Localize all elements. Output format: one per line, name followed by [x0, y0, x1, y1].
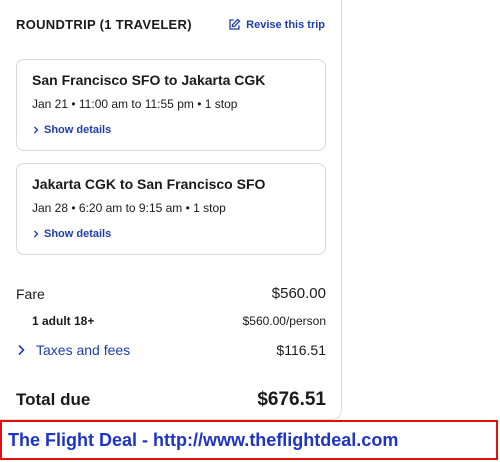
show-details-link[interactable]: Show details	[32, 228, 111, 240]
flight-details: Jan 28 • 6:20 am to 9:15 am • 1 stop	[32, 201, 226, 215]
flight-route: Jakarta CGK to San Francisco SFO	[32, 176, 266, 192]
adult-amount: $560.00/person	[242, 314, 326, 328]
taxes-amount: $116.51	[276, 342, 326, 358]
chevron-right-icon	[34, 126, 39, 134]
fare-amount: $560.00	[271, 285, 326, 302]
watermark-banner: The Flight Deal - http://www.theflightde…	[0, 420, 498, 460]
banner-text: The Flight Deal - http://www.theflightde…	[8, 429, 399, 450]
flight-card-return: Jakarta CGK to San Francisco SFO Jan 28 …	[16, 163, 326, 255]
taxes-toggle[interactable]: Taxes and fees	[16, 342, 130, 358]
edit-icon	[229, 18, 241, 30]
total-row: Total due $676.51	[16, 389, 326, 411]
flight-card-outbound: San Francisco SFO to Jakarta CGK Jan 21 …	[16, 59, 326, 151]
chevron-right-icon	[34, 230, 39, 238]
adult-label: 1 adult 18+	[32, 314, 95, 328]
flight-route: San Francisco SFO to Jakarta CGK	[32, 72, 266, 88]
chevron-right-icon	[18, 344, 25, 356]
total-label: Total due	[16, 390, 91, 409]
trip-header: ROUNDTRIP (1 TRAVELER) Revise this trip	[16, 16, 325, 36]
taxes-label: Taxes and fees	[36, 342, 131, 358]
revise-trip-link[interactable]: Revise this trip	[228, 18, 325, 31]
total-amount: $676.51	[257, 389, 326, 410]
trip-summary-panel: ROUNDTRIP (1 TRAVELER) Revise this trip …	[0, 0, 342, 420]
revise-trip-label: Revise this trip	[246, 18, 325, 31]
adult-fare-row: 1 adult 18+ $560.00/person	[16, 314, 326, 328]
fare-label: Fare	[16, 285, 45, 302]
show-details-label: Show details	[44, 228, 112, 240]
flight-details: Jan 21 • 11:00 am to 11:55 pm • 1 stop	[32, 97, 238, 111]
show-details-label: Show details	[44, 124, 112, 136]
fare-row: Fare $560.00	[16, 285, 326, 302]
show-details-link[interactable]: Show details	[32, 124, 111, 136]
taxes-row: Taxes and fees $116.51	[16, 342, 326, 358]
